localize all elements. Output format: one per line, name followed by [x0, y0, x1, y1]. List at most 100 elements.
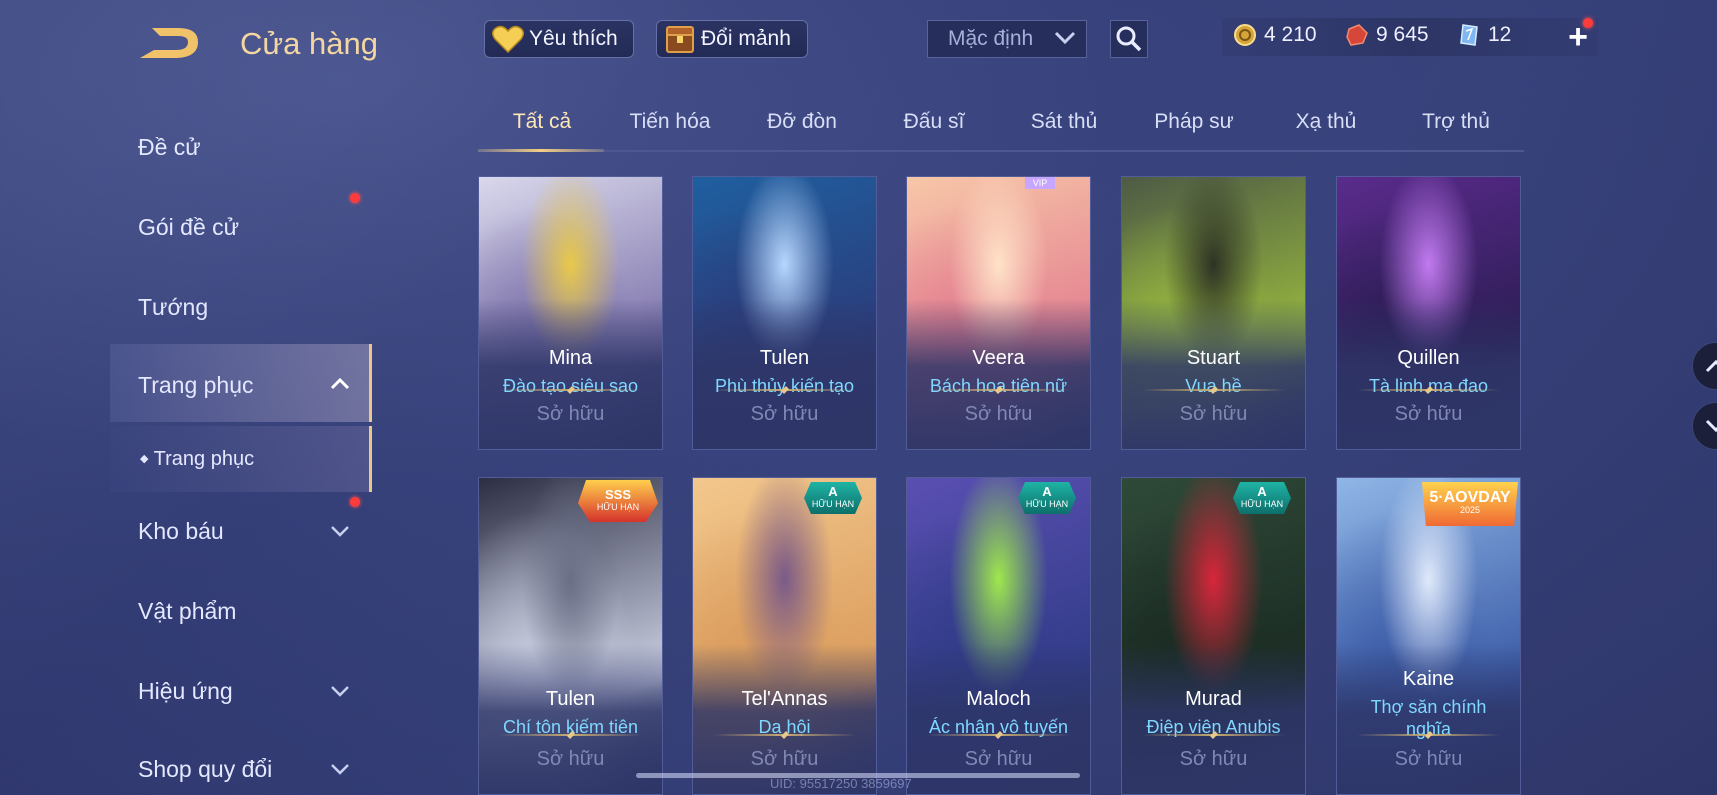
badge-rank: 5·AOVDAY	[1429, 489, 1511, 506]
divider-ornament	[927, 389, 1070, 391]
tab-tank[interactable]: Đỡ đòn	[738, 110, 866, 134]
badge-rank: A	[1042, 484, 1052, 499]
hero-name: Tulen	[545, 688, 596, 710]
notification-dot	[350, 193, 360, 203]
tab-support[interactable]: Trợ thủ	[1392, 110, 1520, 134]
hero-name: Kaine	[1402, 668, 1455, 690]
rarity-badge: 5·AOVDAY 2025	[1422, 482, 1518, 526]
tab-label: Tất cả	[512, 110, 572, 133]
skin-card[interactable]: Maloch Ác nhân vô tuyến Sở hữu A HỮU HẠN	[906, 477, 1091, 795]
gold-amount: 4 210	[1264, 23, 1317, 46]
hero-name: Mina	[548, 347, 593, 369]
divider-ornament	[927, 734, 1070, 736]
back-button[interactable]	[138, 22, 210, 64]
skin-card[interactable]: VeeraBách hoa tiên nữSở hữuVIP	[906, 176, 1091, 450]
skin-card[interactable]: Tulen Chí tôn kiếm tiên Sở hữu SSS HỮU HẠN	[478, 477, 663, 795]
chevron-down-icon	[331, 686, 349, 697]
gold-currency: 4 210	[1232, 22, 1317, 48]
search-icon	[1116, 26, 1142, 52]
card-shade	[479, 299, 662, 449]
divider-ornament	[499, 734, 642, 736]
owned-status: Sở hữu	[536, 748, 605, 770]
sort-label: Mặc định	[948, 27, 1034, 50]
badge-subtitle: HỮU HẠN	[811, 499, 855, 509]
sort-dropdown[interactable]: Mặc định	[927, 20, 1087, 58]
tab-assassin[interactable]: Sát thủ	[1000, 110, 1128, 134]
hero-name: Quillen	[1397, 347, 1460, 369]
divider-ornament	[1142, 389, 1285, 391]
exchange-shards-button[interactable]: Đổi mảnh	[656, 20, 808, 58]
sidebar-item-recommended-packs[interactable]: Gói đề cử	[138, 214, 239, 241]
sidebar-item-items[interactable]: Vật phẩm	[138, 598, 236, 625]
owned-status: Sở hữu	[1394, 748, 1463, 770]
sidebar-subitem-skins[interactable]: ◆ Trang phục	[140, 448, 254, 471]
owned-status: Sở hữu	[1394, 403, 1463, 425]
rarity-badge: A HỮU HẠN	[1233, 482, 1291, 514]
scroll-up-button[interactable]	[1692, 342, 1717, 390]
sidebar-item-effects[interactable]: Hiệu ứng	[138, 678, 233, 705]
tab-all[interactable]: Tất cả	[478, 110, 606, 134]
divider-ornament	[499, 389, 642, 391]
sidebar-item-exchange-shop[interactable]: Shop quy đổi	[138, 756, 272, 783]
shards-label: Đổi mảnh	[701, 27, 791, 50]
skin-card[interactable]: Kaine Thợ săn chính nghĩa Sở hữu 5·AOVDAY 20…	[1336, 477, 1521, 795]
divider-ornament	[1142, 734, 1285, 736]
hero-name: Veera	[972, 347, 1025, 369]
chevron-up-icon	[330, 377, 350, 390]
red-voucher-icon	[1344, 22, 1370, 48]
skin-card[interactable]: StuartVua hềSở hữu	[1121, 176, 1306, 450]
sidebar-item-treasure[interactable]: Kho báu	[138, 518, 224, 545]
favorites-button[interactable]: Yêu thích	[484, 20, 634, 58]
rarity-badge: A HỮU HẠN	[804, 482, 862, 514]
card-shade	[1337, 299, 1520, 449]
chevron-down-icon	[331, 764, 349, 775]
tab-evolution[interactable]: Tiến hóa	[606, 110, 734, 134]
hero-name: Stuart	[1186, 347, 1241, 369]
badge-subtitle: HỮU HẠN	[1025, 499, 1069, 509]
owned-status: Sở hữu	[964, 748, 1033, 770]
notification-dot	[1583, 18, 1593, 28]
rarity-badge: A HỮU HẠN	[1018, 482, 1076, 514]
voucher-currency: 9 645	[1344, 22, 1429, 48]
skin-card[interactable]: Tel'Annas Dạ hội Sở hữu A HỮU HẠN	[692, 477, 877, 795]
search-button[interactable]	[1110, 20, 1148, 58]
skin-card[interactable]: Murad Điệp viên Anubis Sở hữu A HỮU HẠN	[1121, 477, 1306, 795]
chevron-down-icon	[331, 526, 349, 537]
skin-card[interactable]: TulenPhù thủy kiến tạoSở hữu	[692, 176, 877, 450]
divider-ornament	[1357, 734, 1500, 736]
rarity-badge: SSS HỮU HẠN	[578, 480, 658, 522]
hero-name: Tulen	[759, 347, 810, 369]
tab-mage[interactable]: Pháp sư	[1130, 110, 1258, 134]
back-arrow-icon	[140, 28, 198, 58]
skin-card[interactable]: MinaĐào tạo siêu saoSở hữu	[478, 176, 663, 450]
scroll-down-button[interactable]	[1692, 402, 1717, 450]
sidebar-item-recommended[interactable]: Đề cử	[138, 134, 201, 161]
owned-status: Sở hữu	[750, 748, 819, 770]
divider-ornament	[713, 389, 856, 391]
hero-name: Murad	[1185, 688, 1242, 710]
card-shade	[907, 299, 1090, 449]
voucher-amount: 9 645	[1376, 23, 1429, 46]
owned-status: Sở hữu	[1179, 748, 1248, 770]
sidebar-item-heroes[interactable]: Tướng	[138, 294, 208, 321]
gem-amount: 12	[1488, 23, 1512, 46]
chevron-down-icon	[1705, 419, 1717, 433]
tab-fighter[interactable]: Đấu sĩ	[870, 110, 998, 134]
badge-rank: SSS	[604, 487, 631, 502]
heart-icon	[491, 24, 525, 54]
gem-currency: 12	[1456, 22, 1511, 48]
badge-subtitle: HỮU HẠN	[596, 502, 640, 512]
category-tabs: Tất cả Tiến hóa Đỡ đòn Đấu sĩ Sát thủ Ph…	[478, 104, 1524, 152]
tab-marksman[interactable]: Xạ thủ	[1262, 110, 1390, 134]
skin-card[interactable]: QuillenTà linh ma đaoSở hữu	[1336, 176, 1521, 450]
active-tab-underline	[478, 149, 604, 152]
badge-rank: A	[1257, 484, 1267, 499]
card-shade	[693, 299, 876, 449]
owned-status: Sở hữu	[1179, 403, 1248, 425]
blue-gem-icon	[1456, 22, 1482, 48]
owned-status: Sở hữu	[750, 403, 819, 425]
chevron-up-icon	[1705, 359, 1717, 373]
badge-subtitle: HỮU HẠN	[1240, 499, 1284, 509]
chevron-down-icon	[1054, 27, 1076, 51]
sidebar-item-skins[interactable]: Trang phục	[138, 372, 254, 399]
